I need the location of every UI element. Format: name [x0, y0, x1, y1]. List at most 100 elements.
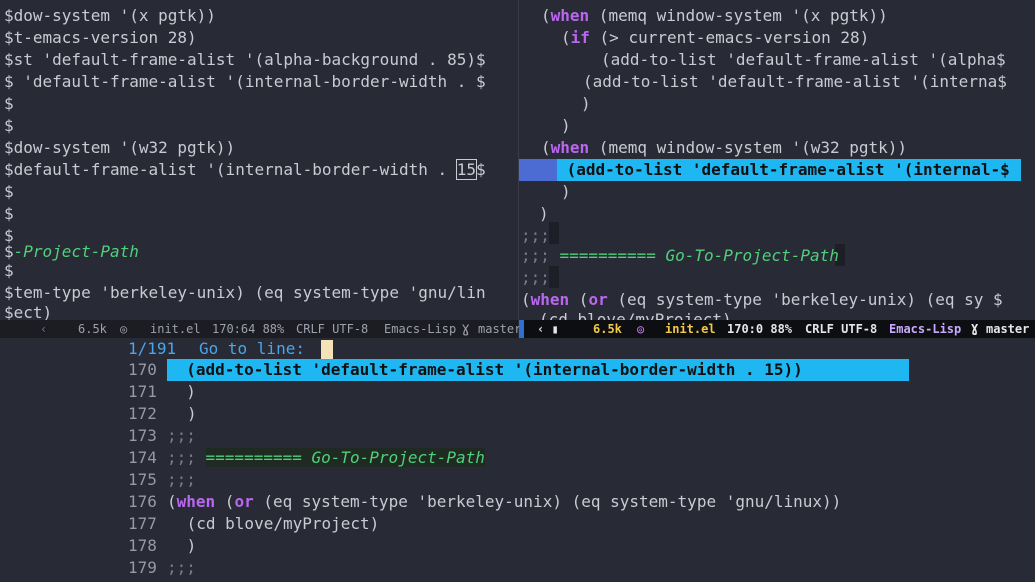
git-branch-icon: Ɣ [462, 322, 470, 336]
candidate-line[interactable]: ) [177, 535, 197, 557]
buffer-name: init.el [150, 322, 201, 336]
prompt-label: Go to line: [199, 339, 305, 358]
left-editor-pane[interactable]: $dow-system '(x pgtk)) $t-emacs-version … [0, 0, 518, 320]
code-text: (memq window-system '(x pgtk)) [589, 6, 888, 25]
cursor-position: 170:0 88% [727, 322, 793, 336]
encoding: CRLF UTF-8 [805, 322, 878, 336]
line-number: 173 [128, 426, 157, 445]
code-line: ) [561, 116, 571, 135]
keyword: when [550, 138, 590, 157]
emacs-icon: ◎ [637, 322, 645, 336]
comment-prefix: ;;; [167, 448, 206, 467]
line-number: 170 [128, 360, 157, 379]
line-number: 179 [128, 558, 157, 577]
code-line: $ [4, 261, 14, 280]
comment-line: ;;; [521, 268, 550, 287]
git-branch: master [478, 322, 522, 336]
mode-indicator: ‹ ▮ [537, 322, 559, 336]
candidate-line[interactable]: (when (or (eq system-type 'berkeley-unix… [167, 491, 841, 513]
modeline-right[interactable]: ‹ ▮ 6.5k ◎ init.el 170:0 88% CRLF UTF-8 … [519, 320, 1035, 338]
right-editor-pane[interactable]: (when (memq window-system '(x pgtk)) (if… [519, 0, 1035, 320]
section-comment-line: ;;; ========== Go-To-Project-Path [521, 245, 839, 267]
code-text: (eq system-type 'berkeley-unix) (eq syst… [253, 492, 842, 511]
code-line: $-Project-Path [4, 241, 139, 263]
keyword: when [550, 6, 590, 25]
candidate-line[interactable]: ) [167, 381, 196, 403]
code-text: (> current-emacs-version 28) [589, 28, 870, 47]
current-line-highlight: (add-to-list 'default-frame-alist '(inte… [557, 159, 1021, 181]
code-line: $ [4, 94, 14, 113]
git-branch: master [986, 322, 1030, 336]
candidate-line[interactable]: (cd blove/myProject) [177, 513, 380, 535]
buffer-size: 6.5k [593, 322, 622, 336]
git-branch-icon: Ɣ [971, 322, 979, 336]
major-mode: Emacs-Lisp [889, 322, 962, 336]
code-line: $ [4, 204, 14, 223]
code-line: (add-to-list 'default-frame-alist '(inte… [583, 72, 1007, 91]
code-line: (if (> current-emacs-version 28) [561, 28, 870, 47]
code-line: (cd blove/myProject) [539, 310, 732, 320]
code-line: $dow-system '(w32 pgtk)) [4, 138, 236, 157]
code-line: (add-to-list 'default-frame-alist '(alph… [601, 50, 1006, 69]
encoding: CRLF UTF-8 [296, 322, 369, 336]
emacs-icon: ◎ [120, 322, 128, 336]
code-line: (when (memq window-system '(x pgtk)) [541, 6, 888, 25]
keyword: if [570, 28, 590, 47]
candidate-line[interactable]: ) [187, 403, 197, 425]
goto-line-minibuffer[interactable]: 1/191 Go to line: 170 (add-to-list 'defa… [0, 338, 1035, 582]
fringe-mark [549, 222, 559, 244]
line-number: 171 [128, 382, 157, 401]
code-line: $tem-type 'berkeley-unix) (eq system-typ… [4, 283, 486, 302]
major-mode: Emacs-Lisp [384, 322, 457, 336]
truncation-marker: $ [476, 160, 486, 179]
candidate-line[interactable]: ;;; ========== Go-To-Project-Path [167, 447, 485, 469]
code-line: $ 'default-frame-alist '(internal-border… [4, 72, 486, 91]
section-heading: ========== Go-To-Project-Path [205, 448, 485, 467]
keyword: or [588, 290, 608, 309]
active-window-bar [519, 320, 524, 338]
input-cursor[interactable] [321, 340, 333, 359]
line-number: 177 [128, 514, 157, 533]
comment-prefix: ;;; [521, 246, 560, 265]
section-heading: ========== Go-To-Project-Path [559, 246, 839, 265]
code-line: (when (memq window-system '(w32 pgtk)) [541, 138, 908, 157]
code-line: $st 'default-frame-alist '(alpha-backgro… [4, 50, 486, 69]
fringe-mark [549, 266, 559, 288]
line-number: 176 [128, 492, 157, 511]
line-number: 175 [128, 470, 157, 489]
buffer-size: 6.5k [78, 322, 107, 336]
code-text: $default-frame-alist '(internal-border-w… [4, 160, 457, 179]
code-line: $default-frame-alist '(internal-border-w… [4, 159, 486, 181]
keyword: when [176, 492, 216, 511]
text-cursor: 15 [455, 159, 478, 180]
current-line-fringe [519, 159, 557, 181]
truncation-marker: $ [4, 242, 14, 261]
code-text: (memq window-system '(w32 pgtk)) [589, 138, 908, 157]
code-line: $t-emacs-version 28) [4, 28, 197, 47]
code-line: (when (or (eq system-type 'berkeley-unix… [521, 290, 1003, 309]
comment-line: ;;; [521, 226, 550, 245]
section-heading: -Project-Path [13, 242, 139, 261]
code-line: ) [581, 94, 591, 113]
code-line: ) [561, 182, 571, 201]
keyword: or [234, 492, 254, 511]
code-line: $ [4, 116, 14, 135]
code-line: $dow-system '(x pgtk)) [4, 6, 216, 25]
code-line: ) [539, 204, 549, 223]
code-text: (eq system-type 'berkeley-unix) (eq sy $ [607, 290, 1003, 309]
code-line: $ [4, 182, 14, 201]
line-number: 172 [128, 404, 157, 423]
line-number: 178 [128, 536, 157, 555]
line-number: 174 [128, 448, 157, 467]
code-line: $ect) [4, 303, 53, 320]
modeline-left[interactable]: ‹ 6.5k ◎ init.el 170:64 88% CRLF UTF-8 E… [0, 320, 522, 338]
candidate-line[interactable]: ;;; [167, 425, 196, 447]
mode-indicator: ‹ [40, 322, 48, 336]
candidate-counter: 1/191 [128, 339, 177, 358]
buffer-name: init.el [665, 322, 716, 336]
candidate-line[interactable]: ;;; [167, 469, 196, 491]
keyword: when [530, 290, 570, 309]
candidate-line[interactable]: ;;; [167, 557, 196, 579]
cursor-position: 170:64 88% [212, 322, 285, 336]
candidate-selected[interactable]: (add-to-list 'default-frame-alist '(inte… [167, 359, 909, 381]
